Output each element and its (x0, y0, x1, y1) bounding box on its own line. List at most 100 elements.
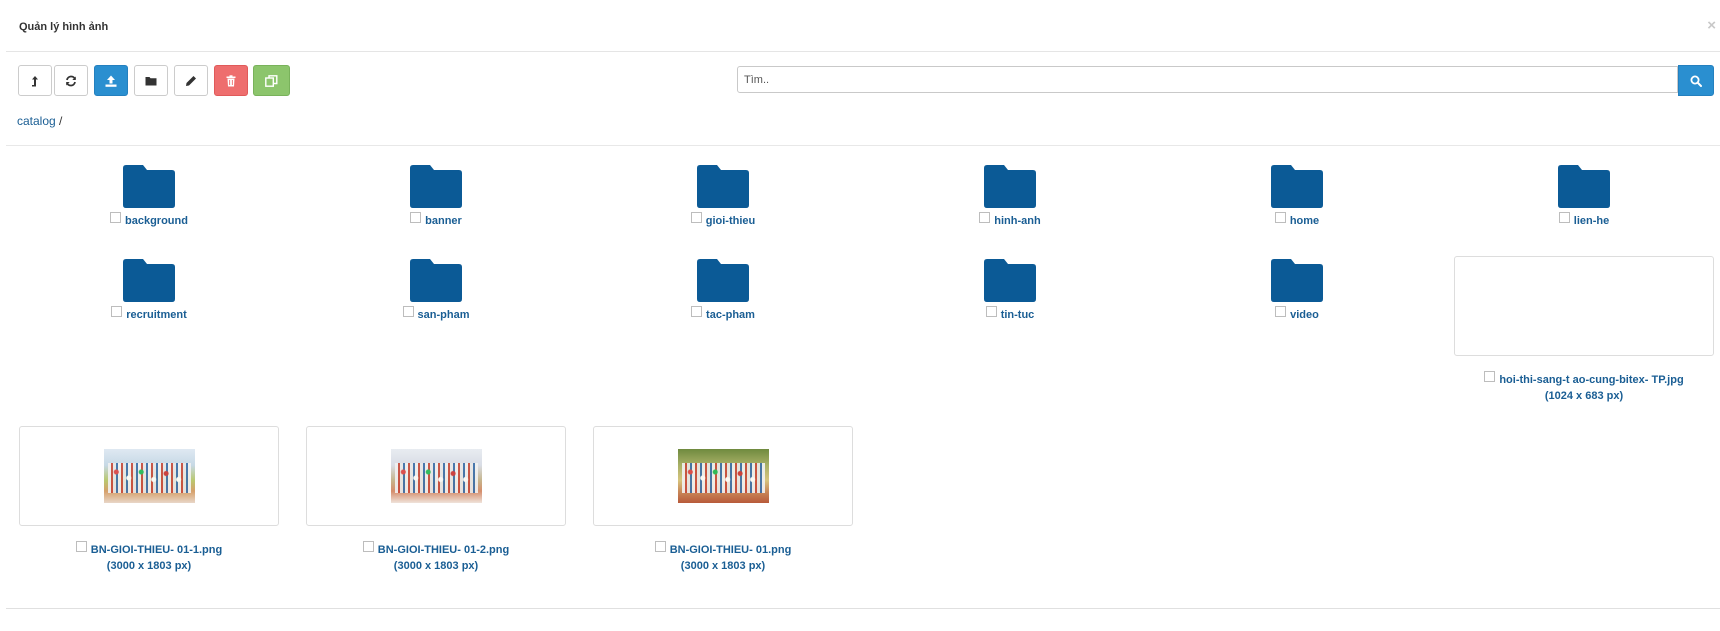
level-up-icon (32, 75, 38, 86)
folder-label: background (19, 212, 279, 227)
folder-item[interactable]: recruitment (19, 259, 279, 321)
folder-item[interactable]: banner (306, 165, 566, 227)
file-thumbnail[interactable] (306, 426, 566, 526)
file-item[interactable]: BN-GIOI-THIEU- 01.png (3000 x 1803 px) (593, 426, 853, 572)
file-label: BN-GIOI-THIEU- 01-2.png (306, 541, 566, 556)
delete-button[interactable] (214, 65, 248, 96)
folder-icon[interactable] (410, 165, 462, 208)
folder-name[interactable]: lien-he (1574, 215, 1609, 227)
select-checkbox[interactable] (1274, 212, 1286, 223)
group-photo-image (103, 449, 195, 503)
folder-icon[interactable] (1271, 165, 1323, 208)
folder-name[interactable]: background (125, 215, 188, 227)
file-name[interactable]: BN-GIOI-THIEU- 01-1.png (91, 544, 222, 556)
folder-item[interactable]: lien-he (1454, 165, 1714, 227)
file-thumbnail[interactable] (19, 426, 279, 526)
folder-name[interactable]: recruitment (126, 309, 187, 321)
folder-name[interactable]: san-pham (418, 309, 470, 321)
folder-name[interactable]: hinh-anh (994, 215, 1040, 227)
folder-name[interactable]: home (1290, 215, 1319, 227)
file-dimensions: (1024 x 683 px) (1544, 390, 1624, 402)
folder-label: recruitment (19, 306, 279, 321)
select-checkbox[interactable] (1275, 306, 1287, 317)
modal-header: Quản lý hình ảnh × (6, 0, 1720, 52)
select-checkbox[interactable] (410, 212, 422, 223)
file-label: BN-GIOI-THIEU- 01-1.png (19, 541, 279, 556)
folder-icon (145, 76, 157, 85)
upload-button[interactable] (94, 65, 128, 96)
select-checkbox[interactable] (1484, 371, 1496, 382)
select-checkbox[interactable] (111, 306, 123, 317)
folder-item[interactable]: hinh-anh (880, 165, 1140, 227)
file-thumbnail[interactable] (593, 426, 853, 526)
folder-name[interactable]: gioi-thieu (706, 215, 756, 227)
select-checkbox[interactable] (690, 212, 702, 223)
folder-item[interactable]: video (1167, 259, 1427, 321)
file-dimensions: (3000 x 1803 px) (393, 560, 479, 572)
file-item[interactable]: BN-GIOI-THIEU- 01-1.png (3000 x 1803 px) (19, 426, 279, 572)
folder-icon[interactable] (410, 259, 462, 302)
select-checkbox[interactable] (979, 212, 991, 223)
select-checkbox[interactable] (402, 306, 414, 317)
folder-item[interactable]: tac-pham (593, 259, 853, 321)
folder-label: hinh-anh (880, 212, 1140, 227)
folder-label: video (1167, 306, 1427, 321)
folder-name[interactable]: banner (425, 215, 462, 227)
folder-name[interactable]: tac-pham (706, 309, 755, 321)
select-checkbox[interactable] (110, 212, 122, 223)
file-name[interactable]: hoi-thi-sang-t ao-cung-bitex- TP.jpg (1499, 374, 1683, 386)
select-checkbox[interactable] (1558, 212, 1570, 223)
file-label: hoi-thi-sang-t ao-cung-bitex- TP.jpg (1454, 371, 1714, 386)
parent-button[interactable] (18, 65, 52, 96)
folder-label: san-pham (306, 306, 566, 321)
file-dimensions: (3000 x 1803 px) (106, 560, 192, 572)
breadcrumb-catalog-link[interactable]: catalog (17, 114, 56, 128)
file-item[interactable]: hoi-thi-sang-t ao-cung-bitex- TP.jpg (10… (1454, 256, 1714, 402)
rename-button[interactable] (174, 65, 208, 96)
search-button[interactable] (1678, 65, 1714, 96)
search-icon (1690, 75, 1702, 87)
folder-icon[interactable] (984, 165, 1036, 208)
file-thumbnail[interactable] (1454, 256, 1714, 356)
folder-label: banner (306, 212, 566, 227)
file-label: BN-GIOI-THIEU- 01.png (593, 541, 853, 556)
file-name[interactable]: BN-GIOI-THIEU- 01.png (670, 544, 792, 556)
select-checkbox[interactable] (362, 541, 374, 552)
folder-icon[interactable] (1271, 259, 1323, 302)
folder-item[interactable]: gioi-thieu (593, 165, 853, 227)
folder-label: gioi-thieu (593, 212, 853, 227)
folder-label: lien-he (1454, 212, 1714, 227)
select-checkbox[interactable] (985, 306, 997, 317)
folder-icon[interactable] (123, 165, 175, 208)
folder-icon[interactable] (984, 259, 1036, 302)
new-folder-button[interactable] (134, 65, 168, 96)
folder-item[interactable]: home (1167, 165, 1427, 227)
folder-item[interactable]: background (19, 165, 279, 227)
select-checkbox[interactable] (691, 306, 703, 317)
divider (6, 145, 1720, 146)
folder-icon[interactable] (1558, 165, 1610, 208)
search-group (737, 65, 1715, 96)
copy-icon (265, 74, 278, 87)
folder-icon[interactable] (697, 165, 749, 208)
refresh-icon (66, 75, 76, 86)
select-checkbox[interactable] (654, 541, 666, 552)
refresh-button[interactable] (54, 65, 88, 96)
file-name[interactable]: BN-GIOI-THIEU- 01-2.png (378, 544, 509, 556)
search-input[interactable] (737, 66, 1678, 93)
select-checkbox[interactable] (75, 541, 87, 552)
folder-label: tin-tuc (880, 306, 1140, 321)
folder-item[interactable]: tin-tuc (880, 259, 1140, 321)
group-photo-image (390, 449, 482, 503)
folder-icon[interactable] (697, 259, 749, 302)
folder-icon[interactable] (123, 259, 175, 302)
folder-item[interactable]: san-pham (306, 259, 566, 321)
folder-name[interactable]: video (1290, 309, 1319, 321)
folder-name[interactable]: tin-tuc (1001, 309, 1035, 321)
copy-button[interactable] (253, 65, 290, 96)
file-item[interactable]: BN-GIOI-THIEU- 01-2.png (3000 x 1803 px) (306, 426, 566, 572)
pencil-icon (186, 75, 196, 86)
breadcrumb: catalog / (17, 114, 62, 128)
close-icon[interactable]: × (1707, 18, 1716, 33)
breadcrumb-separator: / (55, 114, 63, 128)
